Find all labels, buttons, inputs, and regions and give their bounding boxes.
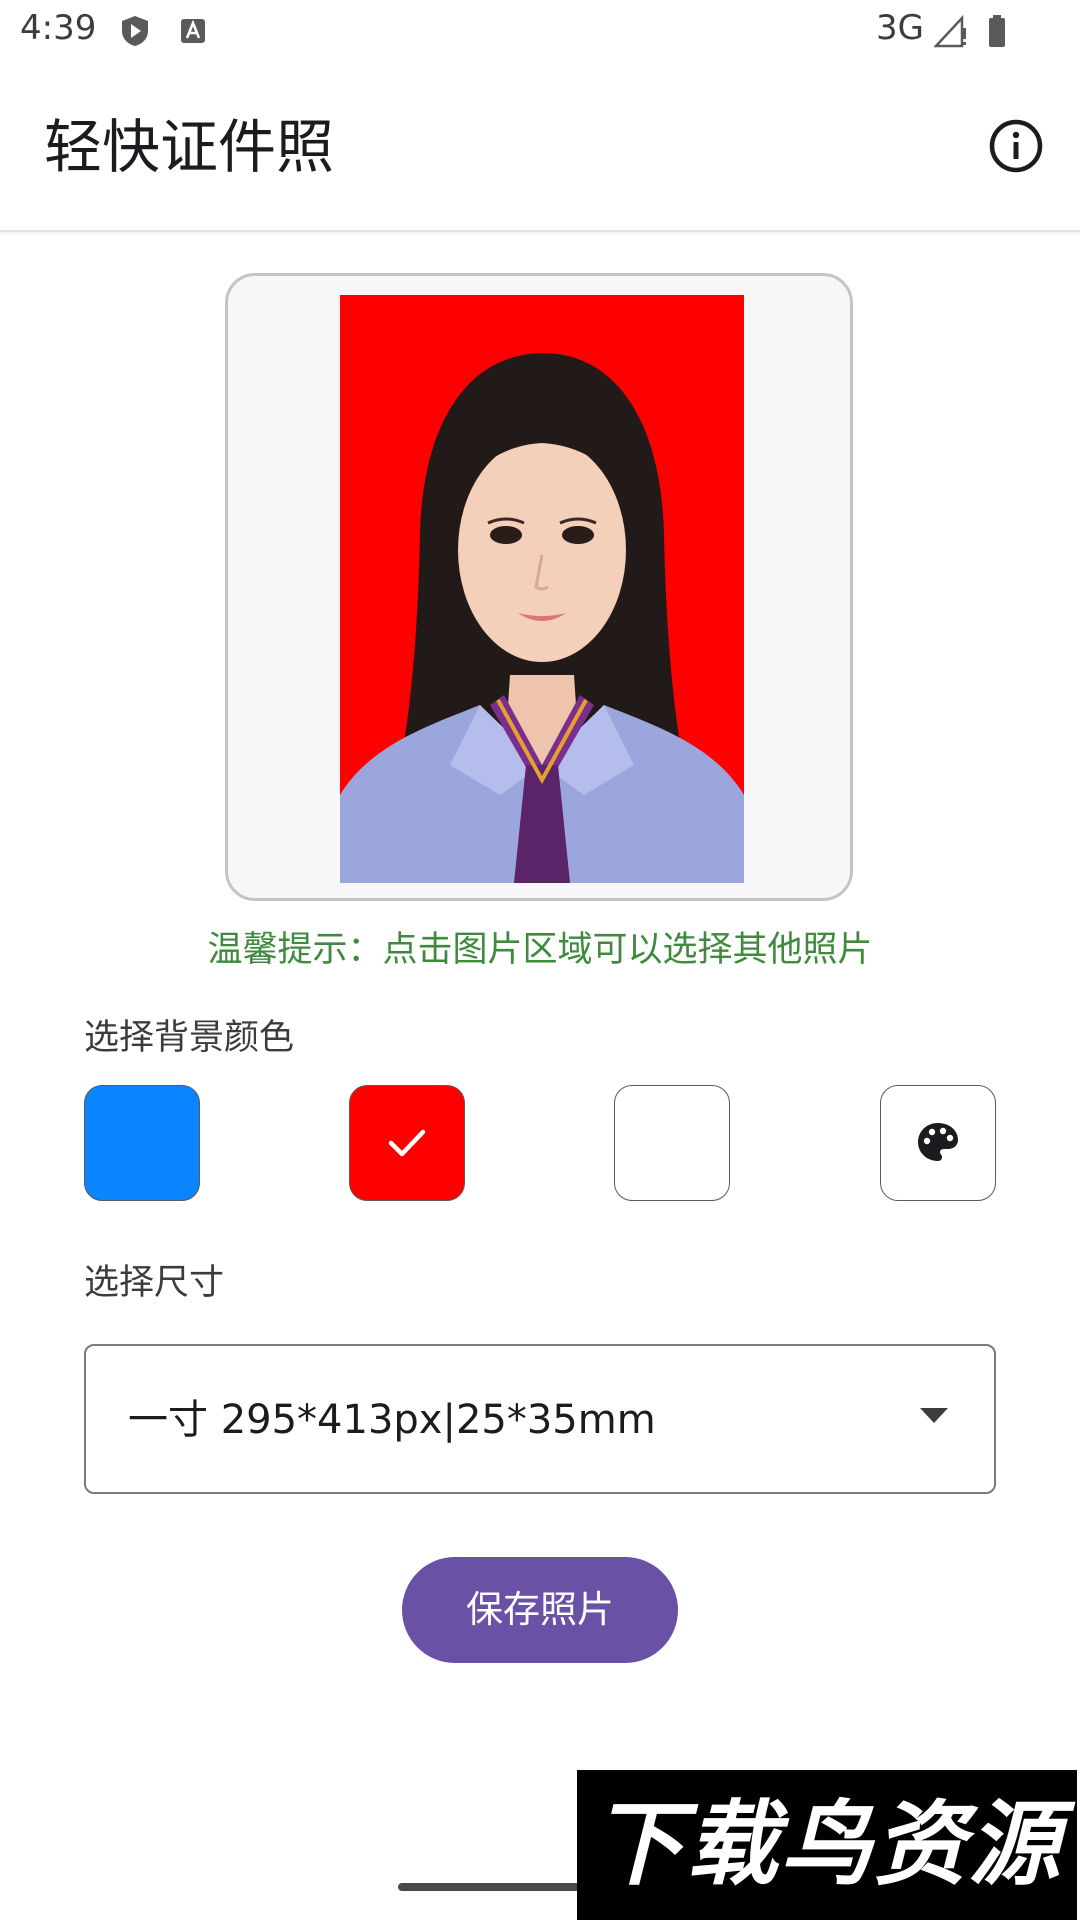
app-title: 轻快证件照 [44, 113, 335, 181]
save-photo-button[interactable]: 保存照片 [402, 1557, 678, 1663]
palette-icon [918, 1123, 958, 1161]
info-icon[interactable] [986, 116, 1046, 176]
color-swatch-red[interactable] [349, 1085, 465, 1201]
app-bar: 轻快证件照 [0, 64, 1080, 232]
portrait-image [340, 295, 744, 883]
color-swatch-blue[interactable] [84, 1085, 200, 1201]
photo-picker-area[interactable] [225, 273, 853, 901]
battery-icon [980, 14, 1014, 48]
size-dropdown[interactable]: 一寸 295*413px|25*35mm [84, 1344, 996, 1494]
tip-text: 温馨提示：点击图片区域可以选择其他照片 [207, 930, 873, 970]
background-color-label: 选择背景颜色 [84, 1018, 295, 1058]
size-selected-value: 一寸 295*413px|25*35mm [128, 1397, 656, 1443]
watermark-logo: 下载鸟资源 [577, 1770, 1077, 1920]
dropdown-arrow-icon [920, 1408, 948, 1423]
id-photo[interactable] [340, 295, 744, 883]
color-swatch-white[interactable] [614, 1085, 730, 1201]
size-label: 选择尺寸 [84, 1263, 225, 1303]
signal-icon [933, 14, 968, 48]
shield-play-icon [118, 14, 152, 48]
status-time: 4:39 [20, 8, 97, 48]
check-icon [388, 1129, 426, 1157]
font-a-icon [176, 14, 210, 48]
network-type: 3G [876, 8, 924, 48]
color-swatch-custom[interactable] [880, 1085, 996, 1201]
status-bar: 4:39 3G [0, 0, 1080, 64]
